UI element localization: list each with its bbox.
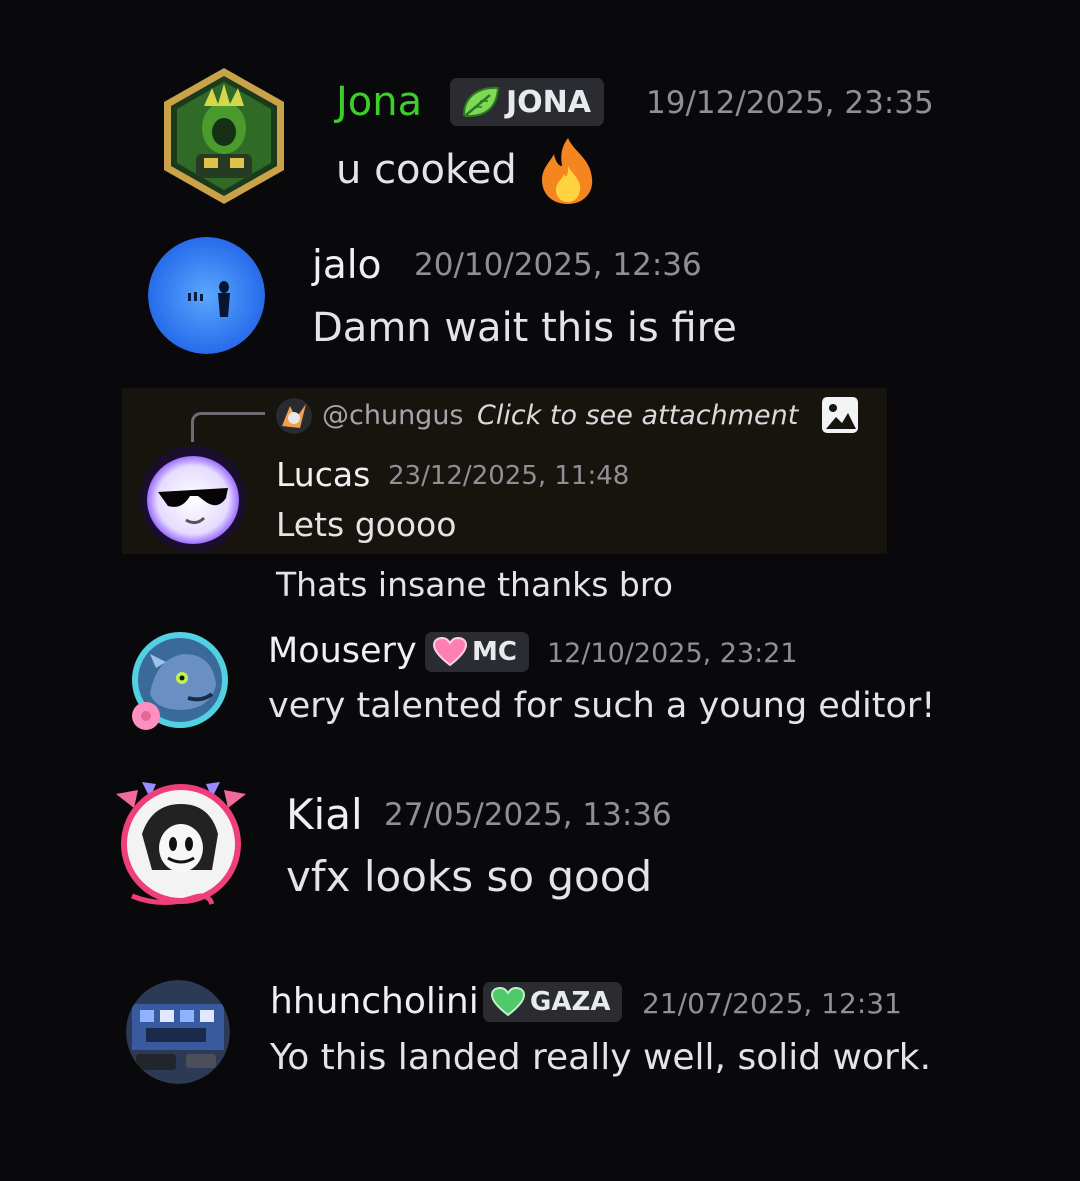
avatar-jalo[interactable] [148,237,265,354]
role-tag-jona[interactable]: JONA [450,78,604,126]
role-tag-label: MC [472,637,517,667]
message-text-lucas: Lets goooo [276,505,457,544]
role-tag-hhuncholini[interactable]: GAZA [483,982,623,1022]
fire-emoji-icon [534,136,602,210]
pink-heart-icon [433,637,467,667]
message-text-hhuncholini: Yo this landed really well, solid work. [270,1037,932,1078]
timestamp-lucas: 23/12/2025, 11:48 [388,461,630,491]
role-tag-mousery[interactable]: MC [425,632,529,672]
timestamp-mousery: 12/10/2025, 23:21 [547,638,798,669]
avatar-jona[interactable] [160,66,288,206]
username-lucas[interactable]: Lucas [276,458,370,491]
role-tag-label: GAZA [530,987,611,1017]
username-jona[interactable]: Jona [336,82,422,122]
timestamp-jona: 19/12/2025, 23:35 [646,85,934,121]
timestamp-jalo: 20/10/2025, 12:36 [414,247,702,283]
message-text-jona: u cooked [336,147,517,193]
username-kial[interactable]: Kial [286,794,363,836]
message-followup-lucas: Thats insane thanks bro [276,565,673,604]
reply-mention[interactable]: @chungus [322,402,464,429]
role-tag-label: JONA [506,84,591,120]
username-jalo[interactable]: jalo [312,246,381,285]
reply-connector [191,412,265,442]
message-text-kial: vfx looks so good [286,852,653,901]
avatar-mousery[interactable] [126,628,230,734]
avatar-lucas[interactable] [140,446,246,552]
green-heart-icon [491,987,525,1017]
reply-preview[interactable]: Click to see attachment [477,402,798,429]
message-text-jalo: Damn wait this is fire [312,305,737,351]
username-hhuncholini[interactable]: hhuncholini [270,984,479,1020]
timestamp-kial: 27/05/2025, 13:36 [384,797,672,833]
leaf-icon [460,85,500,119]
reply-avatar-chungus[interactable] [276,398,312,434]
username-mousery[interactable]: Mousery [268,634,417,669]
avatar-hhuncholini[interactable] [126,980,230,1084]
avatar-kial[interactable] [112,774,250,914]
message-text-mousery: very talented for such a young editor! [268,686,936,726]
timestamp-hhuncholini: 21/07/2025, 12:31 [642,987,902,1020]
image-icon [820,395,860,439]
